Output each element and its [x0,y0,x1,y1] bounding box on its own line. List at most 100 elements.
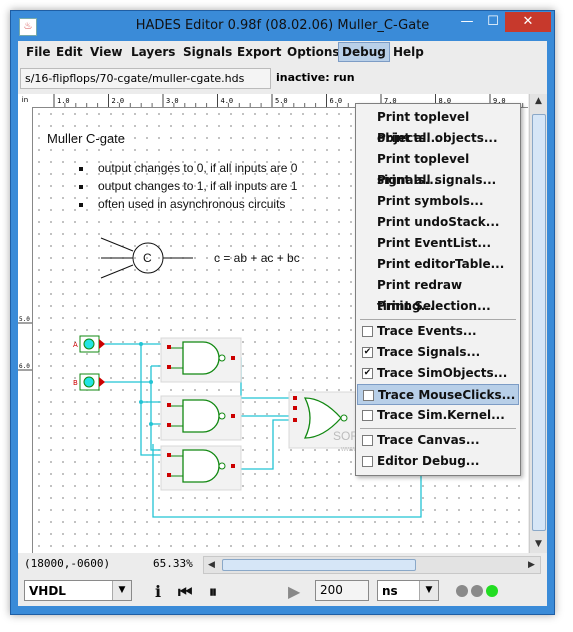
debug-menu-item[interactable]: Print symbols... [357,191,519,212]
cursor-coordinates: (18000,-0600) [24,557,111,570]
menu-view[interactable]: View [87,44,125,60]
debug-menu-item-label: Print Selection... [377,299,491,313]
ruler-tick-label: 2.0 [112,97,125,105]
play-icon[interactable]: ▶ [288,582,300,601]
debug-menu-item-label: Print all signals... [377,173,497,187]
menu-options[interactable]: Options [284,44,343,60]
scroll-down-arrow-icon[interactable]: ▼ [530,537,547,552]
language-select-value: VHDL [29,584,66,598]
editor-client-area: File Edit View Layers Signals Export Opt… [18,41,547,606]
and-gate-1[interactable] [160,337,242,383]
debug-menu-item-label: Trace SimObjects... [377,366,508,380]
unchecked-checkbox-icon[interactable] [363,390,374,401]
menu-signals[interactable]: Signals [180,44,235,60]
menu-separator [360,319,516,320]
status-led-2 [471,585,483,597]
debug-menu-item[interactable]: Print toplevel objects... [357,107,519,145]
vertical-scrollbar[interactable]: ▲ ▼ [529,94,547,553]
time-unit-value: ns [382,584,398,598]
simulator-status-label: inactive: run [276,71,355,84]
design-path-field[interactable]: s/16-flipflops/70-cgate/muller-cgate.hds [20,68,271,89]
menu-layers[interactable]: Layers [128,44,178,60]
debug-menu-item[interactable]: Print EventList... [357,233,519,254]
menu-debug[interactable]: Debug [338,42,390,62]
status-led-3 [486,585,498,597]
horizontal-scrollbar[interactable]: ◀ ▶ [203,556,541,574]
vertical-scroll-thumb[interactable] [532,114,546,531]
scroll-left-arrow-icon[interactable]: ◀ [204,557,219,573]
debug-menu-item[interactable]: ✔ Trace Signals... [357,342,519,363]
unchecked-checkbox-icon[interactable] [362,326,373,337]
unchecked-checkbox-icon[interactable] [362,456,373,467]
debug-menu-item[interactable]: Trace Canvas... [357,430,519,451]
scroll-right-arrow-icon[interactable]: ▶ [524,557,539,573]
debug-menu-item[interactable]: Trace Events... [357,321,519,342]
unchecked-checkbox-icon[interactable] [362,410,373,421]
hades-editor-window: ♨ HADES Editor 0.98f (08.02.06) Muller_C… [10,10,555,615]
debug-menu-item[interactable]: Print toplevel signals... [357,149,519,187]
bullet-marker [79,185,83,189]
bullet-marker [79,203,83,207]
scroll-up-arrow-icon[interactable]: ▲ [530,94,547,109]
debug-menu-item[interactable]: Trace Sim.Kernel... [357,405,519,426]
c-gate-formula: c = ab + ac + bc [214,251,300,265]
bullet-text: output changes to 0, if all inputs are 0 [98,161,298,175]
debug-menu-item[interactable]: ✔ Trace SimObjects... [357,363,519,384]
c-symbol-label: C [143,251,152,265]
debug-menu-item[interactable]: Print Selection... [357,296,519,317]
debug-menu-item-label: Trace Events... [377,324,477,338]
debug-menu-item-label: Editor Debug... [377,454,480,468]
debug-menu-item-label: Print undoStack... [377,215,500,229]
input-b-switch[interactable] [79,373,105,391]
bullet-marker [79,167,83,171]
status-led-1 [456,585,468,597]
time-unit-select[interactable]: ns ▼ [377,580,439,601]
maximize-button[interactable]: ☐ [480,12,506,32]
input-a-label: A [73,341,78,349]
close-button[interactable]: ✕ [505,12,551,32]
checked-checkbox-icon[interactable]: ✔ [362,368,373,379]
debug-menu-item[interactable]: Editor Debug... [357,451,519,472]
debug-menu-item-label: Trace Canvas... [377,433,480,447]
rewind-icon[interactable]: ⏮ [178,582,192,602]
simulation-time-field[interactable]: 200 [315,580,369,601]
pause-icon[interactable]: ⏸ [209,582,217,602]
ruler-tick-label: 1.0 [57,97,70,105]
menu-help[interactable]: Help [390,44,427,60]
vertical-ruler: 5.0 6.0 [18,107,33,553]
debug-menu-item[interactable]: Print all signals... [357,170,519,191]
menu-file[interactable]: File [23,44,54,60]
schematic-heading: Muller C-gate [47,131,125,146]
debug-menu-item[interactable]: Print redraw timing... [357,275,519,313]
menu-edit[interactable]: Edit [53,44,86,60]
chevron-down-icon[interactable]: ▼ [112,581,131,600]
bullet-text: often used in asynchronous circuits [98,197,285,211]
minimize-button[interactable]: — [454,12,480,32]
unchecked-checkbox-icon[interactable] [362,435,373,446]
ruler-tick-label: 6.0 [330,97,343,105]
debug-dropdown-menu: Print toplevel objects... Print all objec… [355,103,521,476]
checked-checkbox-icon[interactable]: ✔ [362,347,373,358]
title-bar[interactable]: ♨ HADES Editor 0.98f (08.02.06) Muller_C… [11,11,554,41]
and-gate-2[interactable] [160,395,242,441]
debug-menu-item-label: Print all objects... [377,131,498,145]
debug-menu-item[interactable]: Trace MouseClicks... [357,384,519,405]
menu-export[interactable]: Export [234,44,284,60]
debug-menu-item-label: Trace MouseClicks... [378,388,516,402]
info-icon[interactable]: i [155,582,161,601]
chevron-down-icon[interactable]: ▼ [419,581,438,600]
horizontal-scroll-thumb[interactable] [222,559,416,571]
ruler-tick-label: 6.0 [19,363,30,370]
ruler-tick-label: 5.0 [19,316,30,323]
input-a-switch[interactable] [79,335,105,353]
language-select[interactable]: VHDL ▼ [24,580,132,601]
debug-menu-item-label: Print EventList... [377,236,492,250]
vertical-ruler-ticks: 5.0 6.0 [18,316,32,371]
and-gate-3[interactable] [160,445,242,491]
ruler-tick-label: 3.0 [166,97,179,105]
debug-menu-item[interactable]: Print editorTable... [357,254,519,275]
bullet-text: output changes to 1, if all inputs are 1 [98,179,298,193]
debug-menu-item[interactable]: Print undoStack... [357,212,519,233]
debug-menu-item[interactable]: Print all objects... [357,128,519,149]
input-b-label: B [73,379,78,387]
